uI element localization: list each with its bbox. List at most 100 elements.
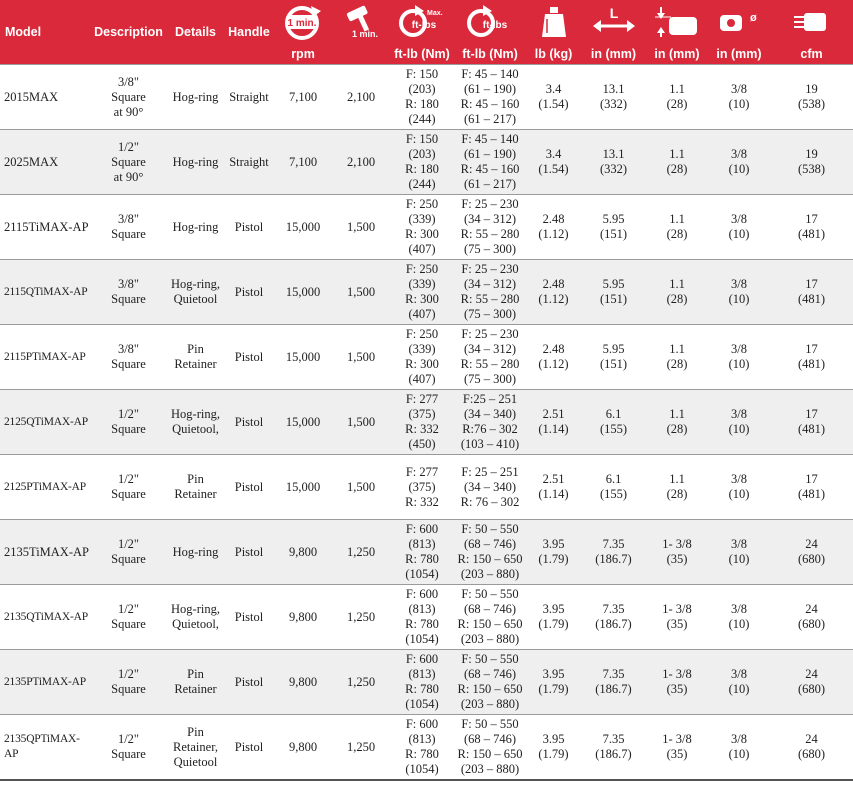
bpm-cell: 1,500: [332, 259, 390, 325]
unit-max-torque: ft-lb (Nm): [390, 44, 454, 65]
air-consumption-cell-line: 19: [805, 147, 818, 161]
weight-cell-line: 3.95: [542, 602, 565, 616]
max-torque-cell: F: 600 (813) R: 780 (1054): [390, 649, 454, 715]
max-torque-cell-line: F: 277: [405, 464, 439, 479]
description-cell-line: Square: [111, 292, 146, 306]
weight-cell-line: (1.12): [538, 227, 569, 241]
table-row: 2135PTiMAX-AP 1/2" Square Pin Retainer Pistol…: [0, 649, 853, 715]
max-torque-cell-line: F: 600: [405, 652, 439, 666]
header-handle: Handle: [224, 0, 274, 65]
air-consumption-cell-line: 17: [805, 472, 818, 486]
description-cell-line: Square: [111, 357, 146, 371]
length-cell: 7.35 (186.7): [581, 714, 646, 781]
air-consumption-cell-line: (481): [797, 357, 826, 371]
unit-air-inlet: in (mm): [708, 44, 770, 65]
side-to-center-cell: 1- 3/8 (35): [646, 714, 708, 781]
air-consumption-cell: 17 (481): [770, 389, 853, 455]
air-consumption-cell-line: (680): [797, 747, 826, 761]
description-cell-line: Square: [111, 747, 146, 761]
air-consumption-cell-line: 24: [805, 667, 818, 681]
torque-range-cell-line: (203 – 880): [460, 697, 520, 711]
handle-cell: Pistol: [224, 259, 274, 325]
air-inlet-cell: 3/8 (10): [708, 714, 770, 781]
torque-range-cell-line: (61 – 217): [463, 112, 517, 126]
air-inlet-cell-line: 3/8: [731, 342, 747, 356]
air-inlet-cell-line: 3/8: [731, 147, 747, 161]
description-cell-line: 3/8": [117, 212, 140, 226]
description-cell-line: Square: [111, 154, 146, 169]
torque-range-cell: F: 25 – 230 (34 – 312) R: 55 – 280 (75 – 30…: [454, 259, 526, 325]
details-cell-line: Hog-ring: [172, 544, 219, 559]
air-consumption-cell: 24 (680): [770, 584, 853, 650]
description-cell-line: at 90°: [113, 169, 144, 184]
details-cell: Pin Retainer: [167, 324, 224, 390]
handle-cell: Pistol: [224, 649, 274, 715]
side-to-center-cell: 1.1 (28): [646, 129, 708, 195]
weight-cell-line: 3.95: [542, 732, 565, 746]
torque-range-cell: F: 45 – 140 (61 – 190) R: 45 – 160 (61 – 21…: [454, 64, 526, 130]
rpm-cell: 9,800: [274, 519, 332, 585]
side-to-center-cell-line: 1.1: [669, 342, 685, 356]
bpm-cell: 1,250: [332, 584, 390, 650]
table-row: 2115TiMAX-AP 3/8" Square Hog-ring Pistol 15,0…: [0, 194, 853, 260]
details-cell-line: Hog-ring: [172, 154, 219, 169]
max-torque-cell-line: F: 150: [405, 67, 439, 81]
side-to-center-cell-line: (28): [666, 292, 688, 306]
torque-range-cell-line: (203 – 880): [460, 632, 520, 646]
model-cell: 2025MAX: [0, 129, 90, 195]
details-cell: Hog-ring, Quietool,: [167, 389, 224, 455]
air-inlet-cell-line: (10): [728, 227, 750, 241]
side-to-center-cell-line: (28): [666, 97, 688, 111]
air-consumption-cell: 17 (481): [770, 324, 853, 390]
air-consumption-cell-line: 17: [805, 342, 818, 356]
max-torque-cell-line: F: 600: [405, 522, 439, 536]
max-torque-cell-line: (339): [408, 212, 436, 226]
max-torque-cell-line: (1054): [405, 762, 439, 776]
description-cell: 1/2" Square: [90, 649, 167, 715]
details-cell-line: Retainer: [174, 357, 217, 371]
spec-table: Model Description Details Handle 1 min. …: [0, 0, 853, 781]
length-cell: 6.1 (155): [581, 454, 646, 520]
details-cell-line: Hog-ring: [172, 219, 219, 234]
model-cell: 2115PTiMAX-AP: [0, 324, 90, 390]
description-cell: 3/8" Square at 90°: [90, 64, 167, 130]
max-torque-cell: F: 277 (375) R: 332 (450): [390, 389, 454, 455]
torque-range-cell-line: F: 50 – 550: [461, 717, 519, 731]
air-consumption-cell-line: 17: [805, 407, 818, 421]
torque-range-cell-line: (68 – 746): [463, 667, 517, 681]
length-cell: 7.35 (186.7): [581, 584, 646, 650]
torque-range-cell-line: R: 76 – 302: [460, 494, 520, 509]
max-torque-cell-line: R: 300: [405, 292, 439, 306]
svg-text:1 min.: 1 min.: [352, 29, 378, 39]
air-inlet-cell-line: 3/8: [731, 537, 747, 551]
side-to-center-cell-line: 1- 3/8: [662, 602, 692, 616]
handle-cell: Straight: [224, 64, 274, 130]
length-cell: 13.1 (332): [581, 129, 646, 195]
rpm-cell: 7,100: [274, 64, 332, 130]
length-cell-line: 7.35: [602, 667, 625, 681]
description-cell: 1/2" Square: [90, 454, 167, 520]
length-cell: 5.95 (151): [581, 324, 646, 390]
table-row: 2125QTiMAX-AP 1/2" Square Hog-ring, Quietool…: [0, 389, 853, 455]
torque-range-cell-line: F: 25 – 251: [461, 464, 519, 479]
unit-bpm: [332, 44, 390, 65]
side-to-center-cell-line: (28): [666, 227, 688, 241]
description-cell-line: 1/2": [117, 472, 140, 486]
air-consumption-cell-line: (680): [797, 682, 826, 696]
max-torque-cell: F: 250 (339) R: 300 (407): [390, 324, 454, 390]
side-to-center-cell-line: (35): [666, 617, 688, 631]
torque-range-cell-line: (75 – 300): [463, 372, 517, 386]
torque-range-cell: F:25 – 251 (34 – 340) R:76 – 302 (103 – 410…: [454, 389, 526, 455]
handle-cell: Pistol: [224, 714, 274, 781]
air-consumption-cell-line: 24: [805, 732, 818, 746]
length-cell: 13.1 (332): [581, 64, 646, 130]
length-cell-line: 6.1: [605, 472, 622, 486]
side-to-center-cell-line: (28): [666, 357, 688, 371]
weight-cell: 3.4 (1.54): [526, 129, 581, 195]
air-consumption-cell-line: 19: [805, 82, 818, 96]
torque-range-cell: F: 45 – 140 (61 – 190) R: 45 – 160 (61 – 21…: [454, 129, 526, 195]
side-to-center-cell-line: 1.1: [669, 472, 685, 486]
torque-range-cell: F: 25 – 230 (34 – 312) R: 55 – 280 (75 – 30…: [454, 324, 526, 390]
torque-range-cell: F: 50 – 550 (68 – 746) R: 150 – 650 (203 – …: [454, 519, 526, 585]
max-torque-cell-line: F: 250: [405, 197, 439, 211]
